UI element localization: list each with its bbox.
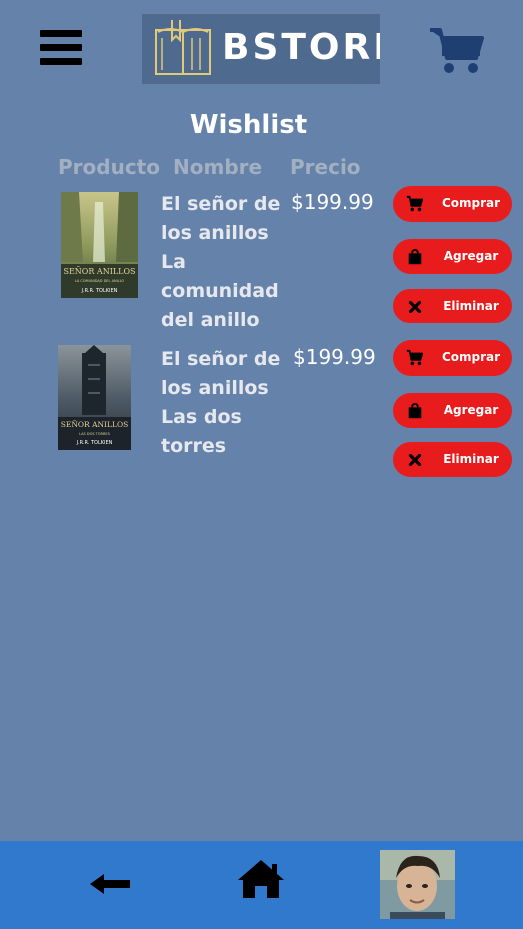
book-price: $199.99 <box>291 190 374 214</box>
logo-text: BSTORE <box>222 27 380 68</box>
book-name-line: los anillos <box>161 377 269 399</box>
cover-title: SEÑOR ANILLOS <box>63 267 135 276</box>
back-arrow-icon[interactable] <box>90 868 132 904</box>
book-name-line: El señor de <box>161 193 281 215</box>
book-cover-image[interactable]: SEÑOR ANILLOS LAS DOS TORRES J.R.R. TOLK… <box>58 345 131 450</box>
remove-button-label: Eliminar <box>443 452 499 466</box>
book-price: $199.99 <box>293 345 376 369</box>
hamburger-menu-icon[interactable] <box>40 30 82 66</box>
bstore-logo[interactable]: BSTORE <box>142 14 380 84</box>
book-name-line: los anillos <box>161 222 269 244</box>
shopping-cart-icon <box>406 349 424 366</box>
column-header-name: Nombre <box>173 155 263 179</box>
remove-button[interactable]: Eliminar <box>393 289 512 323</box>
shopping-cart-icon <box>406 195 424 212</box>
book-name-line: Las dos <box>161 406 242 428</box>
book-cover-image[interactable]: SEÑOR ANILLOS LA COMUNIDAD DEL ANILLO J.… <box>61 192 138 298</box>
book-name-line: torres <box>161 435 227 457</box>
cover-author: J.R.R. TOLKIEN <box>76 440 113 446</box>
add-button[interactable]: Agregar <box>393 393 512 428</box>
cover-title: SEÑOR ANILLOS <box>61 420 129 429</box>
add-button-label: Agregar <box>443 249 499 263</box>
add-button-label: Agregar <box>443 403 499 417</box>
shopping-cart-icon[interactable] <box>428 26 484 80</box>
shopping-bag-icon <box>408 402 422 419</box>
book-name-line: El señor de <box>161 348 281 370</box>
cover-subtitle: LA COMUNIDAD DEL ANILLO <box>75 279 125 283</box>
remove-button-label: Eliminar <box>443 299 499 313</box>
shopping-bag-icon <box>408 248 422 265</box>
cover-subtitle: LAS DOS TORRES <box>79 432 111 436</box>
close-icon <box>408 300 422 314</box>
book-name: El señor de los anillos Las dos torres <box>161 345 283 461</box>
remove-button[interactable]: Eliminar <box>393 442 512 477</box>
book-logo-icon <box>155 20 211 75</box>
buy-button[interactable]: Comprar <box>393 340 512 376</box>
book-name-line: del anillo <box>161 309 260 331</box>
book-name-line: comunidad <box>161 280 279 302</box>
column-header-price: Precio <box>290 155 361 179</box>
close-icon <box>408 453 422 467</box>
book-name-line: La <box>161 251 186 273</box>
buy-button-label: Comprar <box>441 196 501 210</box>
book-name: El señor de los anillos La comunidad del… <box>161 190 283 335</box>
page-title: Wishlist <box>189 110 308 140</box>
add-button[interactable]: Agregar <box>393 239 512 274</box>
cover-author: J.R.R. TOLKIEN <box>81 288 118 294</box>
home-icon[interactable] <box>236 858 286 904</box>
user-avatar[interactable] <box>380 850 455 919</box>
column-header-product: Producto <box>58 155 160 179</box>
buy-button[interactable]: Comprar <box>393 186 512 222</box>
buy-button-label: Comprar <box>441 350 501 364</box>
